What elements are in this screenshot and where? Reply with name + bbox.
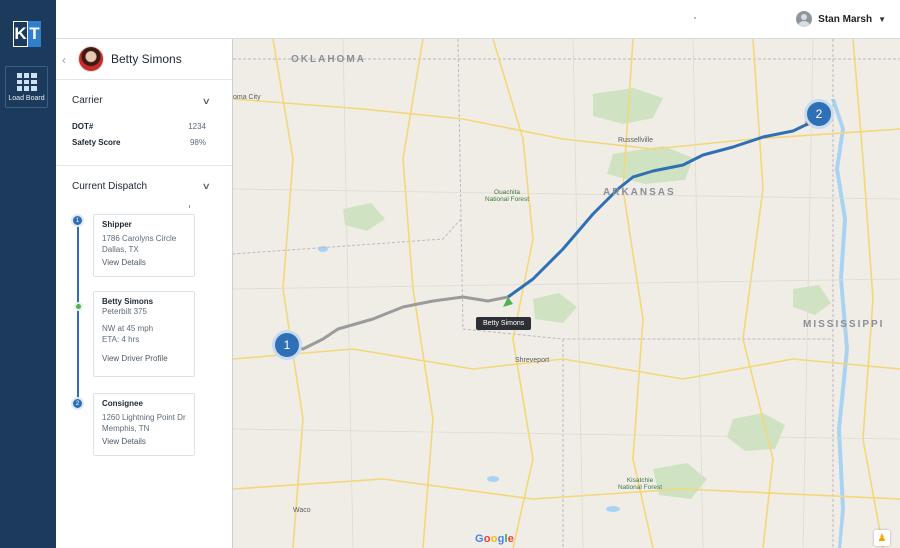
timeline-line <box>77 220 79 403</box>
consignee-title: Consignee <box>102 399 143 408</box>
consignee-address-line-2: Memphis, TN <box>102 424 150 433</box>
divider <box>56 79 232 80</box>
logo-t: T <box>28 21 41 47</box>
consignee-view-details-link[interactable]: View Details <box>102 437 186 446</box>
user-avatar-icon <box>796 11 813 27</box>
shipper-view-details-link[interactable]: View Details <box>102 258 186 267</box>
route-map[interactable]: OKLAHOMA ARKANSAS MISSISSIPPI oma City R… <box>233 39 900 548</box>
stop-2-badge: 2 <box>71 397 84 410</box>
carrier-chevron-down-icon[interactable]: ∨ <box>202 96 211 107</box>
driver-heading: NW at 45 mph <box>102 324 154 333</box>
top-bar: Stan Marsh ▼ <box>56 0 900 39</box>
shipper-card: Shipper 1786 Carolyns Circle Dallas, TX … <box>93 214 195 277</box>
map-label-mississippi: MISSISSIPPI <box>803 319 885 330</box>
map-label-russellville: Russellville <box>618 137 654 144</box>
timeline-tick <box>189 205 190 208</box>
back-chevron-icon[interactable]: ‹ <box>62 53 66 67</box>
dot-value: 1234 <box>188 122 206 131</box>
pegman-icon[interactable]: ♟ <box>874 530 890 546</box>
user-menu[interactable]: Stan Marsh ▼ <box>796 11 886 27</box>
map-label-ouachita: Ouachita National Forest <box>485 189 530 203</box>
user-name: Stan Marsh <box>818 13 873 25</box>
shipper-address-line-2: Dallas, TX <box>102 245 139 254</box>
map-label-oklahoma: OKLAHOMA <box>291 54 366 65</box>
consignee-address-line-1: 1260 Lightning Point Dr <box>102 413 186 422</box>
load-board-button[interactable]: Load Board <box>5 66 48 108</box>
google-logo: Google <box>475 533 515 545</box>
load-board-label: Load Board <box>8 95 45 102</box>
safety-score-value: 98% <box>189 138 206 147</box>
route-completed <box>285 295 509 351</box>
driver-avatar <box>78 46 104 72</box>
route-remaining <box>507 117 819 299</box>
grid-icon <box>16 73 37 91</box>
app-logo[interactable]: K T <box>13 21 41 47</box>
safety-score-label: Safety Score <box>72 138 121 147</box>
driver-position-dot <box>74 302 83 311</box>
dot-label: DOT# <box>72 122 94 131</box>
panel-header: ‹ Betty Simons <box>56 39 232 79</box>
map-canvas <box>233 39 900 548</box>
stop-1-badge: 1 <box>71 214 84 227</box>
map-label-arkansas: ARKANSAS <box>603 187 676 198</box>
green-areas <box>343 88 831 499</box>
driver-card-name: Betty Simons <box>102 297 154 306</box>
driver-name: Betty Simons <box>111 52 182 66</box>
stop-1-map-marker[interactable]: 1 <box>272 330 302 360</box>
driver-truck: Peterbilt 375 <box>102 307 147 316</box>
carrier-section-title[interactable]: Carrier <box>72 95 103 106</box>
divider <box>56 165 232 166</box>
logo-k: K <box>13 21 28 47</box>
map-label-oma-city: oma City <box>233 94 261 101</box>
top-dot <box>694 17 696 19</box>
caret-down-icon: ▼ <box>878 14 886 24</box>
dispatch-chevron-down-icon[interactable]: ∨ <box>202 181 211 192</box>
map-label-kisatchie: Kisatchie National Forest <box>618 477 663 491</box>
driver-tooltip: Betty Simons <box>476 317 532 330</box>
shipper-title: Shipper <box>102 220 132 229</box>
stop-2-map-marker[interactable]: 2 <box>804 99 834 129</box>
map-label-shreveport: Shreveport <box>515 357 550 364</box>
view-driver-profile-link[interactable]: View Driver Profile <box>102 354 186 363</box>
map-label-waco: Waco <box>293 507 311 514</box>
driver-panel: ‹ Betty Simons Carrier ∨ DOT# 1234 Safet… <box>56 39 233 548</box>
left-rail: K T Load Board <box>0 0 56 548</box>
driver-eta: ETA: 4 hrs <box>102 335 140 344</box>
consignee-card: Consignee 1260 Lightning Point Dr Memphi… <box>93 393 195 456</box>
shipper-address-line-1: 1786 Carolyns Circle <box>102 234 177 243</box>
dispatch-section-title[interactable]: Current Dispatch <box>72 181 147 192</box>
driver-card: Betty Simons Peterbilt 375 NW at 45 mph … <box>93 291 195 377</box>
